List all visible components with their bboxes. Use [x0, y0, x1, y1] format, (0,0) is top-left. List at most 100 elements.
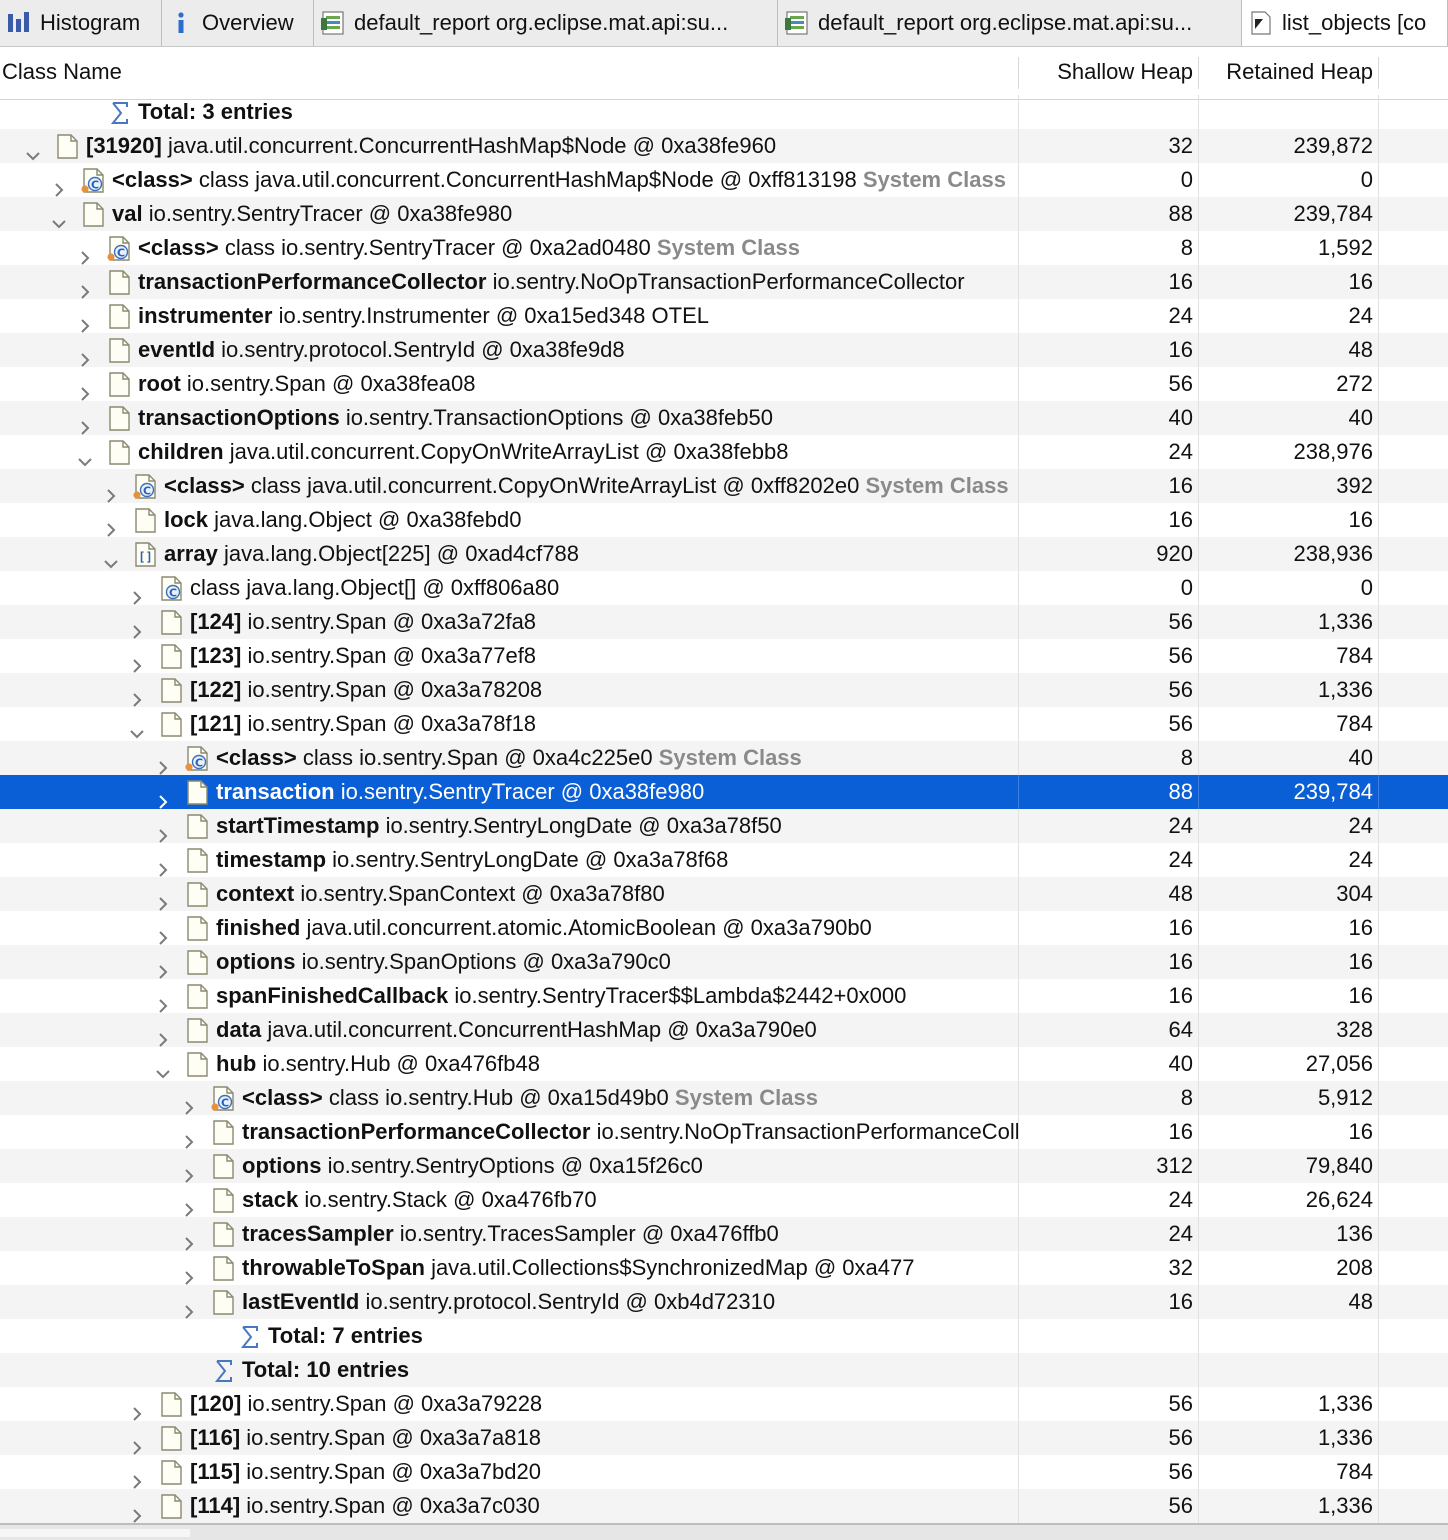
- expand-chevron-icon[interactable]: [182, 1261, 196, 1285]
- expand-chevron-icon[interactable]: [78, 241, 92, 265]
- table-row[interactable]: [122] io.sentry.Span @ 0xa3a78208 56 1,336: [0, 673, 1448, 707]
- table-row[interactable]: context io.sentry.SpanContext @ 0xa3a78f…: [0, 877, 1448, 911]
- expand-chevron-icon[interactable]: [78, 309, 92, 333]
- expand-chevron-icon[interactable]: [130, 1465, 144, 1489]
- table-row[interactable]: lock java.lang.Object @ 0xa38febd0 16 16: [0, 503, 1448, 537]
- table-row[interactable]: spanFinishedCallback io.sentry.SentryTra…: [0, 979, 1448, 1013]
- table-row[interactable]: transactionPerformanceCollector io.sentr…: [0, 1115, 1448, 1149]
- table-row[interactable]: transactionPerformanceCollector io.sentr…: [0, 265, 1448, 299]
- table-row[interactable]: stack io.sentry.Stack @ 0xa476fb70 24 26,6…: [0, 1183, 1448, 1217]
- collapse-chevron-icon[interactable]: [52, 207, 66, 229]
- table-row[interactable]: children java.util.concurrent.CopyOnWrit…: [0, 435, 1448, 469]
- table-row[interactable]: tracesSampler io.sentry.TracesSampler @ …: [0, 1217, 1448, 1251]
- expand-chevron-icon[interactable]: [182, 1159, 196, 1183]
- collapse-chevron-icon[interactable]: [78, 445, 92, 467]
- table-row[interactable]: eventId io.sentry.protocol.SentryId @ 0x…: [0, 333, 1448, 367]
- expand-chevron-icon[interactable]: [156, 785, 170, 809]
- table-row[interactable]: instrumenter io.sentry.Instrumenter @ 0x…: [0, 299, 1448, 333]
- object-tree-table[interactable]: Total: 3 entries [31920] java.util.concu…: [0, 95, 1448, 1523]
- table-row[interactable]: val io.sentry.SentryTracer @ 0xa38fe980 8…: [0, 197, 1448, 231]
- table-row[interactable]: finished java.util.concurrent.atomic.Ato…: [0, 911, 1448, 945]
- table-row[interactable]: C <class> class java.util.concurrent.Conc…: [0, 163, 1448, 197]
- table-row[interactable]: C <class> class io.sentry.Span @ 0xa4c225…: [0, 741, 1448, 775]
- summary-row[interactable]: Total: 7 entries: [0, 1319, 1448, 1353]
- expand-chevron-icon[interactable]: [104, 479, 118, 503]
- editor-tab[interactable]: list_objects [co: [1242, 0, 1448, 46]
- collapse-chevron-icon[interactable]: [156, 1057, 170, 1079]
- expand-chevron-icon[interactable]: [156, 751, 170, 775]
- table-row[interactable]: timestamp io.sentry.SentryLongDate @ 0xa…: [0, 843, 1448, 877]
- summary-row[interactable]: Total: 3 entries: [0, 95, 1448, 129]
- expand-chevron-icon[interactable]: [130, 683, 144, 707]
- column-divider[interactable]: [1018, 57, 1019, 89]
- expand-chevron-icon[interactable]: [156, 989, 170, 1013]
- table-row[interactable]: C <class> class io.sentry.Hub @ 0xa15d49b…: [0, 1081, 1448, 1115]
- expand-chevron-icon[interactable]: [130, 1499, 144, 1523]
- expand-chevron-icon[interactable]: [182, 1193, 196, 1217]
- expand-chevron-icon[interactable]: [78, 275, 92, 299]
- column-header-retained-heap[interactable]: Retained Heap: [1200, 47, 1373, 99]
- expand-chevron-icon[interactable]: [78, 377, 92, 401]
- expand-chevron-icon[interactable]: [182, 1091, 196, 1115]
- editor-tab[interactable]: default_report org.eclipse.mat.api:su...: [778, 0, 1242, 46]
- expand-chevron-icon[interactable]: [156, 819, 170, 843]
- class-name-cell: [121] io.sentry.Span @ 0xa3a78f18: [0, 707, 1018, 741]
- table-row[interactable]: Cclass java.lang.Object[] @ 0xff806a80 0 0: [0, 571, 1448, 605]
- expand-chevron-icon[interactable]: [104, 513, 118, 537]
- editor-tab[interactable]: default_report org.eclipse.mat.api:su...: [314, 0, 778, 46]
- editor-tab[interactable]: Overview: [162, 0, 314, 46]
- collapse-chevron-icon[interactable]: [26, 139, 40, 161]
- table-row[interactable]: transactionOptions io.sentry.Transaction…: [0, 401, 1448, 435]
- expand-chevron-icon[interactable]: [130, 581, 144, 605]
- table-row[interactable]: data java.util.concurrent.ConcurrentHash…: [0, 1013, 1448, 1047]
- column-divider[interactable]: [1378, 57, 1379, 89]
- table-row[interactable]: [124] io.sentry.Span @ 0xa3a72fa8 56 1,336: [0, 605, 1448, 639]
- column-divider[interactable]: [1198, 57, 1199, 89]
- expand-chevron-icon[interactable]: [156, 921, 170, 945]
- editor-tab-bar: Histogram Overview default_report org.ecli…: [0, 0, 1448, 47]
- table-row[interactable]: C <class> class java.util.concurrent.Copy…: [0, 469, 1448, 503]
- table-row[interactable]: options io.sentry.SentryOptions @ 0xa15f…: [0, 1149, 1448, 1183]
- table-row[interactable]: root io.sentry.Span @ 0xa38fea08 56 272: [0, 367, 1448, 401]
- expand-chevron-icon[interactable]: [130, 649, 144, 673]
- expand-chevron-icon[interactable]: [130, 615, 144, 639]
- collapse-chevron-icon[interactable]: [130, 717, 144, 739]
- expand-chevron-icon[interactable]: [156, 1023, 170, 1047]
- column-header-shallow-heap[interactable]: Shallow Heap: [1020, 47, 1193, 99]
- column-grid-line: [1198, 571, 1199, 605]
- column-header-class-name[interactable]: Class Name: [2, 47, 1012, 99]
- table-row[interactable]: throwableToSpan java.util.Collections$Sy…: [0, 1251, 1448, 1285]
- expand-chevron-icon[interactable]: [130, 1431, 144, 1455]
- table-row[interactable]: hub io.sentry.Hub @ 0xa476fb48 40 27,056: [0, 1047, 1448, 1081]
- table-row[interactable]: startTimestamp io.sentry.SentryLongDate …: [0, 809, 1448, 843]
- expand-chevron-icon[interactable]: [182, 1125, 196, 1149]
- editor-tab[interactable]: Histogram: [0, 0, 162, 46]
- table-row[interactable]: lastEventId io.sentry.protocol.SentryId …: [0, 1285, 1448, 1319]
- table-row[interactable]: [123] io.sentry.Span @ 0xa3a77ef8 56 784: [0, 639, 1448, 673]
- expand-chevron-icon[interactable]: [156, 887, 170, 911]
- table-row[interactable]: [121] io.sentry.Span @ 0xa3a78f18 56 784: [0, 707, 1448, 741]
- expand-chevron-icon[interactable]: [78, 343, 92, 367]
- expand-chevron-icon[interactable]: [78, 411, 92, 435]
- column-grid-line: [1018, 741, 1019, 775]
- table-row[interactable]: [116] io.sentry.Span @ 0xa3a7a818 56 1,336: [0, 1421, 1448, 1455]
- table-row[interactable]: [120] io.sentry.Span @ 0xa3a79228 56 1,336: [0, 1387, 1448, 1421]
- horizontal-scrollbar[interactable]: [0, 1523, 1448, 1540]
- table-row[interactable]: C <class> class io.sentry.SentryTracer @ …: [0, 231, 1448, 265]
- expand-chevron-icon[interactable]: [156, 853, 170, 877]
- object-label: [116] io.sentry.Span @ 0xa3a7a818: [190, 1421, 541, 1455]
- table-row[interactable]: transaction io.sentry.SentryTracer @ 0xa…: [0, 775, 1448, 809]
- table-row[interactable]: [31920] java.util.concurrent.ConcurrentH…: [0, 129, 1448, 163]
- table-row[interactable]: [115] io.sentry.Span @ 0xa3a7bd20 56 784: [0, 1455, 1448, 1489]
- scrollbar-thumb[interactable]: [0, 1529, 190, 1537]
- table-row[interactable]: options io.sentry.SpanOptions @ 0xa3a790…: [0, 945, 1448, 979]
- table-row[interactable]: [] array java.lang.Object[225] @ 0xad4cf7…: [0, 537, 1448, 571]
- expand-chevron-icon[interactable]: [156, 955, 170, 979]
- collapse-chevron-icon[interactable]: [104, 547, 118, 569]
- expand-chevron-icon[interactable]: [52, 173, 66, 197]
- table-row[interactable]: [114] io.sentry.Span @ 0xa3a7c030 56 1,336: [0, 1489, 1448, 1523]
- expand-chevron-icon[interactable]: [130, 1397, 144, 1421]
- expand-chevron-icon[interactable]: [182, 1227, 196, 1251]
- summary-row[interactable]: Total: 10 entries: [0, 1353, 1448, 1387]
- expand-chevron-icon[interactable]: [182, 1295, 196, 1319]
